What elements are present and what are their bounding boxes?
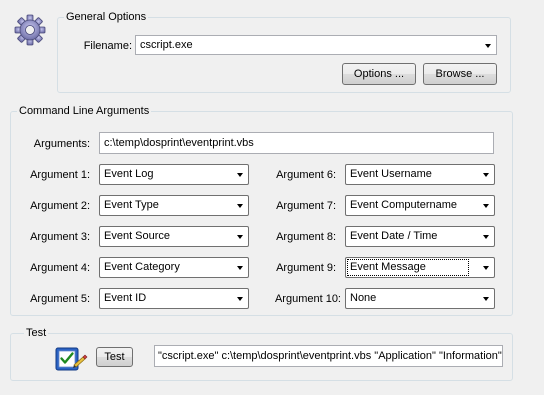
arguments-input[interactable]: c:\temp\dosprint\eventprint.vbs bbox=[99, 132, 494, 154]
argument-3-select[interactable]: Event Source bbox=[99, 226, 249, 247]
argument-1-select[interactable]: Event Log bbox=[99, 164, 249, 185]
argument-5-label: Argument 5: bbox=[30, 293, 90, 305]
filename-label: Filename: bbox=[83, 40, 132, 52]
chevron-down-icon[interactable] bbox=[237, 173, 243, 177]
argument-9-label: Argument 9: bbox=[276, 262, 336, 274]
argument-6-label: Argument 6: bbox=[276, 169, 336, 181]
test-button[interactable]: Test bbox=[96, 347, 133, 367]
argument-10-select[interactable]: None bbox=[345, 288, 495, 309]
options-button[interactable]: Options ... bbox=[342, 63, 416, 85]
argument-2-select[interactable]: Event Type bbox=[99, 195, 249, 216]
chevron-down-icon[interactable] bbox=[237, 297, 243, 301]
argument-7-label: Argument 7: bbox=[276, 200, 336, 212]
chevron-down-icon[interactable] bbox=[483, 204, 489, 208]
test-title: Test bbox=[24, 327, 49, 340]
argument-1-label: Argument 1: bbox=[30, 169, 90, 181]
filename-value: cscript.exe bbox=[140, 39, 193, 51]
chevron-down-icon[interactable] bbox=[483, 266, 489, 270]
checklist-icon bbox=[52, 343, 88, 373]
chevron-down-icon[interactable] bbox=[483, 173, 489, 177]
argument-4-select[interactable]: Event Category bbox=[99, 257, 249, 278]
argument-7-select[interactable]: Event Computername bbox=[345, 195, 495, 216]
argument-8-label: Argument 8: bbox=[276, 231, 336, 243]
chevron-down-icon[interactable] bbox=[483, 235, 489, 239]
argument-10-label: Argument 10: bbox=[274, 293, 341, 305]
general-options-title: General Options bbox=[64, 11, 149, 24]
argument-5-select[interactable]: Event ID bbox=[99, 288, 249, 309]
argument-3-label: Argument 3: bbox=[30, 231, 90, 243]
chevron-down-icon[interactable] bbox=[485, 44, 491, 48]
test-output-field[interactable]: "cscript.exe" c:\temp\dosprint\eventprin… bbox=[154, 345, 503, 367]
browse-button[interactable]: Browse ... bbox=[423, 63, 497, 85]
command-line-title: Command Line Arguments bbox=[17, 105, 152, 118]
arguments-label: Arguments: bbox=[33, 138, 90, 150]
argument-8-select[interactable]: Event Date / Time bbox=[345, 226, 495, 247]
argument-4-label: Argument 4: bbox=[30, 262, 90, 274]
chevron-down-icon[interactable] bbox=[483, 297, 489, 301]
argument-2-label: Argument 2: bbox=[30, 200, 90, 212]
chevron-down-icon[interactable] bbox=[237, 204, 243, 208]
argument-6-select[interactable]: Event Username bbox=[345, 164, 495, 185]
filename-combo[interactable]: cscript.exe bbox=[135, 35, 497, 55]
chevron-down-icon[interactable] bbox=[237, 266, 243, 270]
argument-9-select[interactable]: Event Message bbox=[345, 257, 495, 278]
gear-icon bbox=[14, 14, 46, 46]
chevron-down-icon[interactable] bbox=[237, 235, 243, 239]
